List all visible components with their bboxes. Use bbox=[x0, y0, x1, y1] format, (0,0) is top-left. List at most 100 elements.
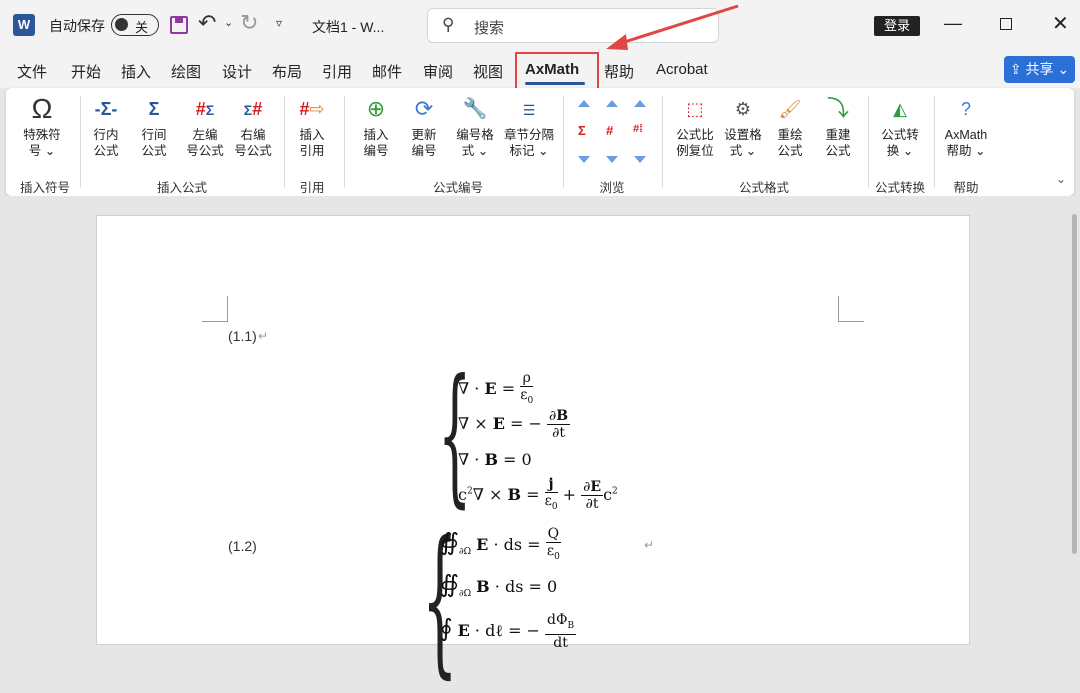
tab-draw[interactable]: 绘图 bbox=[171, 61, 201, 82]
tab-file[interactable]: 文件 bbox=[17, 61, 47, 82]
browse-up-icon[interactable] bbox=[634, 100, 646, 107]
chapter-separator-button[interactable]: ☰ 章节分隔 标记 ⌄ bbox=[498, 94, 560, 159]
left-numbered-formula-button[interactable]: #Σ 左编 号公式 bbox=[180, 94, 230, 159]
word-logo-icon: W bbox=[13, 14, 35, 36]
share-button[interactable]: ⇪ 共享 ⌄ bbox=[1004, 56, 1075, 83]
tab-view[interactable]: 视图 bbox=[473, 61, 503, 82]
reset-scale-label-1: 公式比 bbox=[676, 128, 714, 142]
equation-line: ∯∂Ω B · ds = 0 bbox=[440, 570, 558, 600]
autosave-label: 自动保存 bbox=[49, 18, 105, 34]
vertical-scrollbar[interactable] bbox=[1072, 214, 1077, 554]
annotation-highlight-box bbox=[515, 52, 599, 92]
insert-reference-label-2: 引用 bbox=[299, 144, 325, 158]
tab-help[interactable]: 帮助 bbox=[604, 61, 634, 82]
special-symbol-label-1: 特殊符 bbox=[23, 128, 61, 142]
browse-down-icon[interactable] bbox=[578, 156, 590, 163]
display-formula-icon: Σ bbox=[148, 99, 160, 119]
minimize-icon[interactable]: — bbox=[944, 13, 962, 34]
axmath-help-button[interactable]: ? AxMath 帮助 ⌄ bbox=[938, 94, 994, 159]
chapter-separator-label-1: 章节分隔 bbox=[503, 128, 554, 142]
redo-icon[interactable]: ↻ bbox=[240, 10, 258, 36]
browse-up-icon[interactable] bbox=[606, 100, 618, 107]
tab-layout[interactable]: 布局 bbox=[272, 61, 302, 82]
close-icon[interactable]: ✕ bbox=[1052, 11, 1069, 36]
save-icon[interactable] bbox=[170, 16, 188, 34]
brush-icon: 🖌 bbox=[778, 99, 802, 119]
ribbon-panel: Ω 特殊符 号 ⌄ 插入符号 -Σ- 行内 公式 Σ 行间 公式 #Σ 左编 号… bbox=[6, 88, 1074, 196]
insert-reference-button[interactable]: #⇨ 插入 引用 bbox=[292, 94, 332, 159]
number-format-button[interactable]: 🔧 编号格 式 ⌄ bbox=[450, 94, 500, 159]
autosave-toggle[interactable]: 关 bbox=[111, 14, 159, 36]
equation-line: ∇ · B = 0 bbox=[458, 450, 532, 469]
tab-insert[interactable]: 插入 bbox=[121, 61, 151, 82]
inline-formula-label-1: 行内 bbox=[93, 128, 119, 142]
browse-number-icon[interactable]: # bbox=[606, 123, 613, 138]
rebuild-formula-button[interactable]: ⤵ 重建 公式 bbox=[818, 94, 858, 159]
insert-reference-label-1: 插入 bbox=[299, 128, 325, 142]
share-icon: ⇪ bbox=[1009, 61, 1026, 77]
formula-convert-button[interactable]: ◭ 公式转 换 ⌄ bbox=[874, 94, 926, 159]
wrench-icon: 🔧 bbox=[462, 98, 488, 120]
insert-number-label-1: 插入 bbox=[363, 128, 389, 142]
page-margin-corner bbox=[202, 296, 228, 322]
rebuild-formula-label-1: 重建 bbox=[825, 128, 851, 142]
tab-review[interactable]: 审阅 bbox=[423, 61, 453, 82]
chapter-separator-icon: ☰ bbox=[522, 102, 536, 118]
autosave-state: 关 bbox=[135, 20, 149, 35]
redraw-formula-button[interactable]: 🖌 重绘 公式 bbox=[770, 94, 810, 159]
number-format-label-1: 编号格 bbox=[456, 128, 494, 142]
redraw-formula-label-2: 公式 bbox=[777, 144, 803, 158]
left-numbered-label-2: 号公式 bbox=[186, 144, 224, 158]
document-title: 文档1 - W... bbox=[312, 19, 385, 35]
browse-formula-icon[interactable]: Σ bbox=[578, 123, 586, 138]
display-formula-label-2: 公式 bbox=[141, 144, 167, 158]
display-formula-button[interactable]: Σ 行间 公式 bbox=[134, 94, 174, 159]
equation-line: ∇ · E = ρ ε0 bbox=[458, 370, 534, 406]
browse-down-icon[interactable] bbox=[634, 156, 646, 163]
search-placeholder: 搜索 bbox=[474, 20, 505, 37]
toggle-knob bbox=[115, 18, 128, 31]
insert-number-button[interactable]: ⊕ 插入 编号 bbox=[356, 94, 396, 159]
paragraph-mark: ↵ bbox=[258, 329, 269, 343]
title-bar: W 自动保存 关 ↶ ⌄ ↻ ▿ 文档1 - W... ⚲ 搜索 登录 — ✕ bbox=[0, 0, 1080, 52]
search-input[interactable]: ⚲ 搜索 bbox=[427, 8, 719, 43]
login-button[interactable]: 登录 bbox=[874, 16, 920, 36]
formula-convert-label-1: 公式转 bbox=[881, 128, 919, 142]
inline-formula-button[interactable]: -Σ- 行内 公式 bbox=[86, 94, 126, 159]
right-numbered-formula-button[interactable]: Σ# 右编 号公式 bbox=[228, 94, 278, 159]
undo-dropdown-icon[interactable]: ⌄ bbox=[224, 16, 233, 29]
reset-scale-label-2: 例复位 bbox=[676, 144, 714, 158]
ribbon-collapse-icon[interactable]: ⌄ bbox=[1056, 172, 1066, 186]
tab-design[interactable]: 设计 bbox=[222, 61, 252, 82]
convert-shapes-icon: ◭ bbox=[893, 99, 907, 119]
tab-home[interactable]: 开始 bbox=[71, 61, 101, 82]
special-symbol-button[interactable]: Ω 特殊符 号 ⌄ bbox=[18, 94, 66, 159]
special-symbol-label-2: 号 ⌄ bbox=[28, 144, 56, 158]
reset-scale-button[interactable]: ⬚ 公式比 例复位 bbox=[670, 94, 720, 159]
group-separator bbox=[284, 96, 285, 188]
browse-up-icon[interactable] bbox=[578, 100, 590, 107]
group-separator bbox=[344, 96, 345, 188]
help-icon: ? bbox=[960, 99, 971, 119]
paragraph-mark: ↵ bbox=[644, 538, 655, 552]
update-number-label-1: 更新 bbox=[411, 128, 437, 142]
equation-number: (1.2) bbox=[228, 538, 257, 554]
redraw-formula-label-1: 重绘 bbox=[777, 128, 803, 142]
tab-acrobat[interactable]: Acrobat bbox=[656, 61, 708, 78]
tab-mailings[interactable]: 邮件 bbox=[372, 61, 402, 82]
gear-icon: ⚙ bbox=[734, 99, 752, 119]
quick-access-more-icon[interactable]: ▿ bbox=[276, 16, 282, 30]
browse-down-icon[interactable] bbox=[606, 156, 618, 163]
set-format-label-1: 设置格 bbox=[724, 128, 762, 142]
tab-references[interactable]: 引用 bbox=[322, 61, 352, 82]
number-format-label-2: 式 ⌄ bbox=[461, 144, 489, 158]
share-label: 共享 bbox=[1025, 61, 1054, 77]
undo-icon[interactable]: ↶ bbox=[198, 10, 216, 36]
rebuild-formula-label-2: 公式 bbox=[825, 144, 851, 158]
update-number-button[interactable]: ⟳ 更新 编号 bbox=[404, 94, 444, 159]
browse-reference-icon[interactable]: #⁞ bbox=[633, 123, 643, 135]
maximize-icon[interactable] bbox=[1000, 18, 1012, 30]
omega-icon: Ω bbox=[31, 93, 53, 124]
set-format-button[interactable]: ⚙ 设置格 式 ⌄ bbox=[718, 94, 768, 159]
rebuild-arrow-icon: ⤵ bbox=[826, 96, 849, 121]
